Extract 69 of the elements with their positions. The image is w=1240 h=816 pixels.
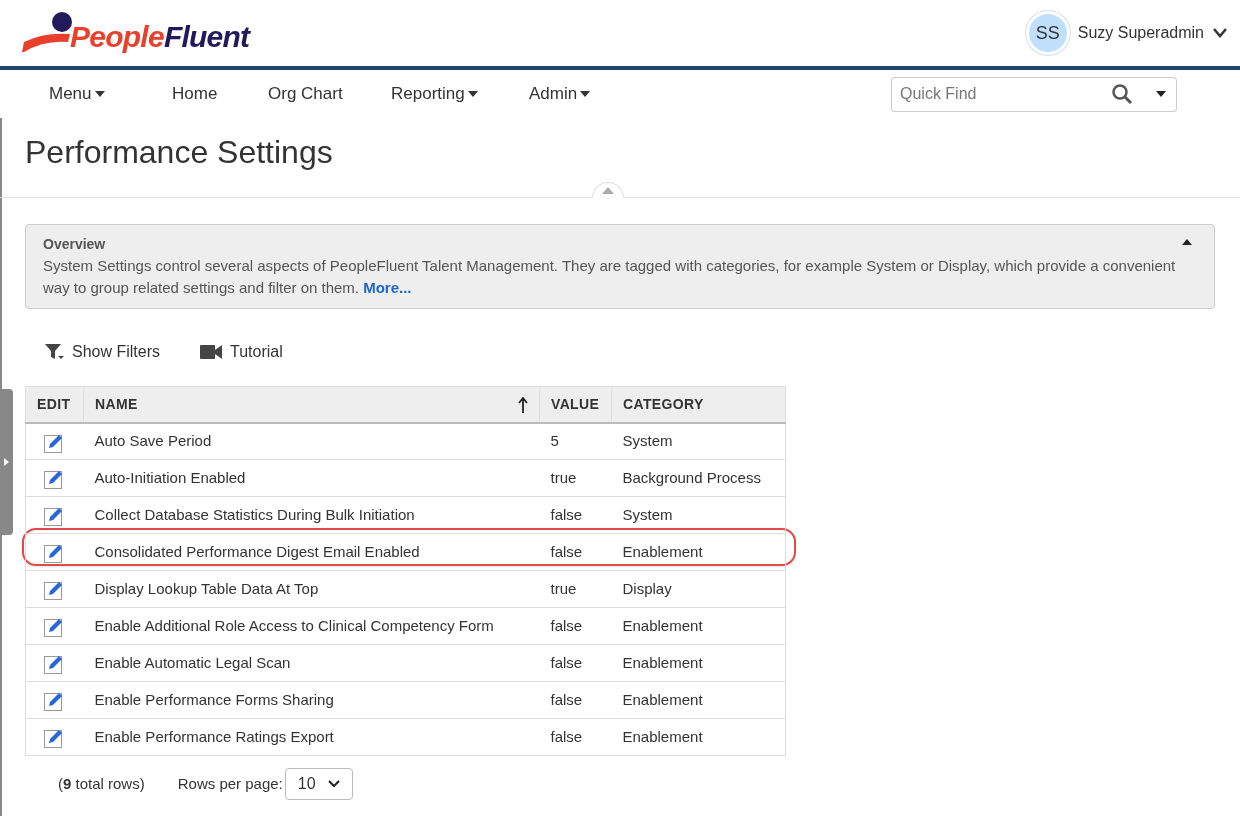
table-cell: 5 bbox=[539, 422, 612, 460]
table-cell: Auto Save Period bbox=[83, 422, 540, 460]
table-cell: Background Process bbox=[611, 459, 786, 497]
tutorial-button[interactable]: Tutorial bbox=[200, 340, 283, 364]
caret-up-icon bbox=[1182, 239, 1192, 245]
table-cell: System bbox=[611, 496, 786, 534]
column-header[interactable]: CATEGORY bbox=[611, 386, 786, 423]
table-cell: Auto-Initiation Enabled bbox=[83, 459, 540, 497]
chevron-down-icon bbox=[1212, 27, 1228, 39]
logo-text: People bbox=[70, 20, 164, 53]
more-link[interactable]: More... bbox=[363, 279, 412, 296]
dropdown-button[interactable] bbox=[1145, 76, 1177, 112]
logo[interactable]: PeopleFluent bbox=[22, 12, 250, 54]
table-cell: Enablement bbox=[611, 533, 786, 571]
caret-icon bbox=[94, 91, 105, 97]
table-cell: false bbox=[539, 718, 612, 756]
search-button[interactable] bbox=[1107, 76, 1145, 112]
caret-icon bbox=[1155, 91, 1166, 97]
rows-per-page-select[interactable]: 10 bbox=[284, 768, 353, 800]
table-cell: Enablement bbox=[611, 644, 786, 682]
page-title: Performance Settings bbox=[25, 133, 333, 172]
video-camera-icon bbox=[200, 345, 223, 359]
table-cell: Collect Database Statistics During Bulk Initiation bbox=[83, 496, 540, 534]
table-cell: Enablement bbox=[611, 681, 786, 719]
quick-find-field[interactable]: Quick Find bbox=[891, 76, 1107, 112]
nav-item[interactable]: Admin bbox=[529, 81, 629, 107]
nav-item[interactable]: Reporting bbox=[391, 81, 529, 107]
table-cell: Enable Automatic Legal Scan bbox=[83, 644, 540, 682]
logo-icon bbox=[22, 12, 72, 54]
user-menu[interactable]: SS Suzy Superadmin bbox=[1025, 11, 1228, 55]
table-cell: Display bbox=[611, 570, 786, 608]
rows-per-page-label: Rows per page: bbox=[177, 773, 283, 794]
table-cell: Enablement bbox=[611, 718, 786, 756]
column-header[interactable]: NAME bbox=[83, 386, 540, 423]
collapse-toggle[interactable] bbox=[1182, 239, 1192, 245]
table-cell: true bbox=[539, 459, 612, 497]
column-header[interactable]: VALUE bbox=[539, 386, 612, 423]
table-cell: Enable Additional Role Access to Clinical Competency Form bbox=[83, 607, 540, 645]
total-rows: (9 total rows) bbox=[58, 772, 145, 796]
overview-text: System Settings control several aspects of PeopleFluent Talent Management. They are tagged with categories, for example System or Display, which provide a convenient way to group related settings and filter on them. More... bbox=[43, 256, 1177, 298]
table-cell: Enablement bbox=[611, 607, 786, 645]
overview-title: Overview bbox=[43, 235, 106, 254]
table-cell: Display Lookup Table Data At Top bbox=[83, 570, 540, 608]
column-header[interactable]: EDIT bbox=[25, 386, 84, 423]
filter-button[interactable]: Show Filters bbox=[45, 340, 161, 364]
table-cell: Enable Performance Ratings Export bbox=[83, 718, 540, 756]
search-icon bbox=[1111, 83, 1133, 105]
side-panel-handle[interactable] bbox=[0, 389, 13, 535]
caret-icon bbox=[580, 91, 591, 97]
caret-icon bbox=[467, 91, 478, 97]
table-cell: false bbox=[539, 681, 612, 719]
caret-up-icon bbox=[602, 187, 614, 194]
filter-icon bbox=[45, 343, 64, 361]
logo-text: Fluent bbox=[163, 20, 250, 53]
chevron-down-icon bbox=[327, 780, 340, 788]
table-cell: Enable Performance Forms Sharing bbox=[83, 681, 540, 719]
table-cell: System bbox=[611, 422, 786, 460]
avatar: SS bbox=[1025, 11, 1070, 55]
table-cell: true bbox=[539, 570, 612, 608]
nav-item[interactable]: Org Chart bbox=[268, 81, 391, 107]
table-cell: false bbox=[539, 607, 612, 645]
user-name: Suzy Superadmin bbox=[1077, 23, 1204, 43]
nav-item[interactable]: Menu bbox=[49, 81, 172, 107]
table-cell: false bbox=[539, 533, 612, 571]
sort-arrow-icon bbox=[518, 396, 528, 413]
nav-item[interactable]: Home bbox=[172, 81, 268, 107]
table-cell: Consolidated Performance Digest Email Enabled bbox=[83, 533, 540, 571]
table-cell: false bbox=[539, 644, 612, 682]
table-cell: false bbox=[539, 496, 612, 534]
